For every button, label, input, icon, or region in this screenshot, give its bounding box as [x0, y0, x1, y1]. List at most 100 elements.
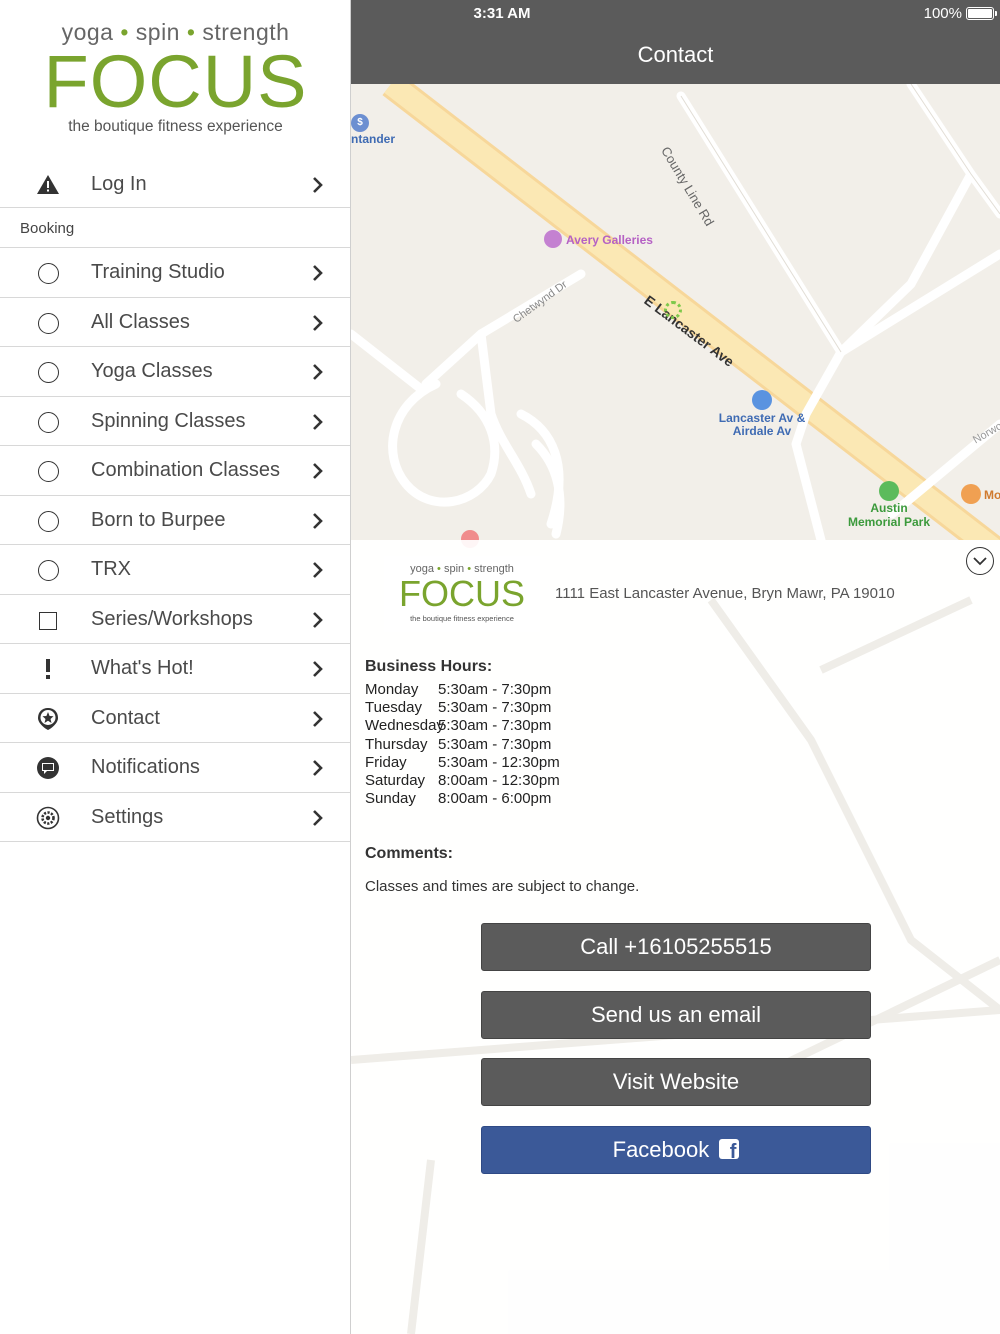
- circle-icon: [36, 459, 60, 483]
- comments-title: Comments:: [365, 845, 454, 862]
- chevron-right-icon: [311, 413, 325, 431]
- hours-time: 8:00am - 12:30pm: [438, 772, 560, 789]
- circle-icon: [36, 360, 60, 384]
- hours-time: 5:30am - 7:30pm: [438, 717, 552, 735]
- section-label: Booking: [20, 220, 75, 237]
- hours-time: 5:30am - 12:30pm: [438, 753, 560, 771]
- hours-time: 8:00am - 6:00pm: [438, 790, 552, 808]
- sidebar-item-label: What's Hot!: [91, 657, 194, 679]
- circle-icon: [36, 261, 60, 285]
- sidebar-item-label: Settings: [91, 805, 164, 828]
- chevron-right-icon: [311, 611, 325, 629]
- hours-day: Sunday: [365, 790, 416, 808]
- card-brand-logo: yoga • spin • strength FOCUS the boutiqu…: [384, 556, 540, 632]
- email-button[interactable]: Send us an email: [481, 991, 871, 1039]
- navigation-bar: 3:31 AM 100% Contact: [351, 0, 1000, 84]
- facebook-button[interactable]: Facebook f: [481, 1126, 871, 1174]
- facebook-icon: f: [719, 1139, 740, 1163]
- sidebar-item-notifications[interactable]: Notifications: [0, 743, 350, 793]
- gear-icon: [36, 806, 60, 830]
- hours-time: 5:30am - 7:30pm: [438, 699, 552, 717]
- sidebar-item-label: Training Studio: [91, 261, 225, 283]
- sidebar-item-all-classes[interactable]: All Classes: [0, 298, 350, 347]
- card-logo-subtitle: the boutique fitness experience: [410, 614, 514, 623]
- chevron-right-icon: [311, 759, 325, 777]
- collapse-card-button[interactable]: [966, 547, 994, 575]
- contact-info-card: yoga • spin • strength FOCUS the boutiqu…: [351, 540, 1000, 1334]
- hours-row: Monday 5:30am - 7:30pm: [365, 681, 551, 698]
- comments-text: Classes and times are subject to change.: [365, 878, 640, 895]
- sidebar-item-label: Combination Classes: [91, 459, 280, 481]
- sidebar: yoga • spin • strength FOCUS the boutiqu…: [0, 0, 351, 1334]
- exclamation-icon: [36, 657, 60, 681]
- circle-icon: [36, 509, 60, 533]
- warning-icon: [36, 173, 60, 197]
- chat-bubble-icon: [36, 756, 60, 780]
- hours-row: Thursday 5:30am - 7:30pm: [365, 736, 551, 753]
- chevron-right-icon: [311, 809, 325, 827]
- sidebar-item-label: Yoga Classes: [91, 360, 213, 382]
- call-button[interactable]: Call +16105255515: [481, 923, 871, 971]
- card-logo-wordmark: FOCUS: [399, 573, 525, 614]
- map-label-gallery: Avery Galleries: [544, 230, 653, 248]
- battery-icon: [966, 7, 997, 20]
- chevron-right-icon: [311, 462, 325, 480]
- sidebar-item-label: Notifications: [91, 756, 200, 778]
- park-icon: [879, 481, 899, 501]
- bus-stop-icon: [752, 390, 772, 410]
- sidebar-item-settings[interactable]: Settings: [0, 793, 350, 842]
- page-title: Contact: [637, 42, 714, 67]
- chevron-right-icon: [311, 561, 325, 579]
- sidebar-item-label: Series/Workshops: [91, 607, 253, 630]
- chevron-right-icon: [311, 660, 325, 678]
- address-text: 1111 East Lancaster Avenue, Bryn Mawr, P…: [555, 585, 895, 602]
- location-marker-icon[interactable]: [664, 301, 682, 319]
- battery-percent: 100%: [923, 5, 962, 22]
- bank-icon: $: [351, 114, 369, 132]
- map-view[interactable]: $ ntander County Line Rd Avery Galleries…: [351, 84, 1000, 548]
- hours-time: 5:30am - 7:30pm: [438, 735, 552, 753]
- logo-subtitle: the boutique fitness experience: [68, 118, 283, 135]
- hours-day: Wednesday: [365, 717, 444, 735]
- map-label-bus-stop: Lancaster Av & Airdale Av: [718, 411, 806, 438]
- sidebar-item-combination-classes[interactable]: Combination Classes: [0, 446, 350, 496]
- hours-day: Saturday: [365, 772, 426, 789]
- sidebar-item-series-workshops[interactable]: Series/Workshops: [0, 595, 350, 644]
- chevron-right-icon: [311, 264, 325, 282]
- map-label-park: Austin Memorial Park: [847, 501, 931, 529]
- website-button[interactable]: Visit Website: [481, 1058, 871, 1106]
- sidebar-item-spinning-classes[interactable]: Spinning Classes: [0, 397, 350, 446]
- booking-section-header: Booking: [0, 208, 350, 248]
- hours-row: Wednesday5:30am - 7:30pm: [365, 717, 551, 734]
- sidebar-item-contact[interactable]: Contact: [0, 694, 350, 743]
- square-icon: [36, 608, 60, 632]
- brand-logo: yoga • spin • strength FOCUS the boutiqu…: [0, 0, 351, 158]
- sidebar-item-yoga-classes[interactable]: Yoga Classes: [0, 347, 350, 397]
- chevron-right-icon: [311, 176, 325, 194]
- status-time: 3:31 AM: [473, 5, 531, 22]
- sidebar-item-label: Born to Burpee: [91, 508, 226, 531]
- logo-wordmark: FOCUS: [43, 40, 308, 123]
- sidebar-item-label: Contact: [91, 706, 160, 729]
- hours-day: Monday: [365, 681, 419, 698]
- sidebar-item-born-to-burpee[interactable]: Born to Burpee: [0, 496, 350, 545]
- main-content: 3:31 AM 100% Contact $ ntander County Li…: [351, 0, 1000, 1334]
- chevron-right-icon: [311, 512, 325, 530]
- facebook-button-label: Facebook: [612, 1137, 710, 1162]
- hours-row: Friday 5:30am - 12:30pm: [365, 754, 560, 771]
- hours-row: Tuesday 5:30am - 7:30pm: [365, 699, 551, 716]
- circle-icon: [36, 558, 60, 582]
- sidebar-item-training-studio[interactable]: Training Studio: [0, 248, 350, 298]
- sidebar-item-what-s-hot[interactable]: What's Hot!: [0, 644, 350, 694]
- chevron-down-icon: [973, 557, 987, 566]
- business-hours-title: Business Hours:: [365, 658, 493, 675]
- hours-day: Thursday: [365, 735, 428, 753]
- sidebar-item-log-in[interactable]: Log In: [0, 160, 350, 208]
- chevron-right-icon: [311, 363, 325, 381]
- shop-icon: [961, 484, 981, 504]
- map-label-bank: $: [351, 110, 373, 132]
- sidebar-item-label: TRX: [91, 558, 131, 580]
- sidebar-item-trx[interactable]: TRX: [0, 545, 350, 595]
- circle-icon: [36, 311, 60, 335]
- hours-time: 5:30am - 7:30pm: [438, 681, 552, 698]
